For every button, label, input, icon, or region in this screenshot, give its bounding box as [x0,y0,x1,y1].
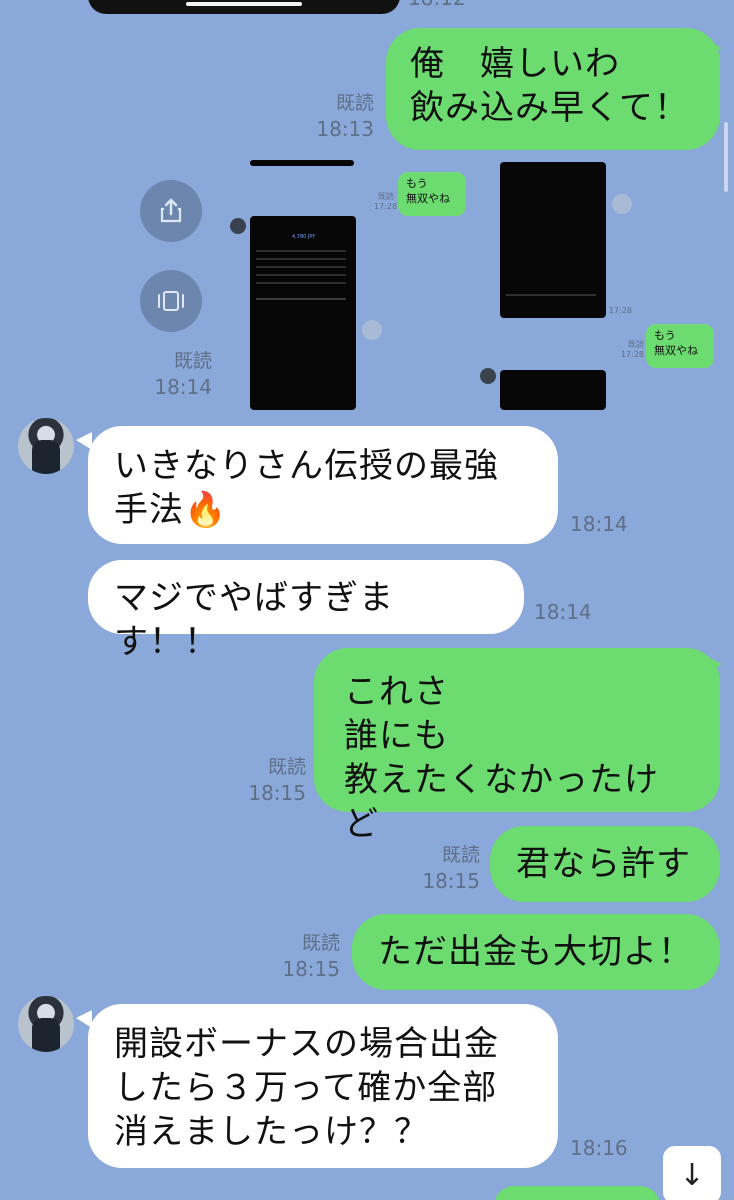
message-4-meta: 既読 18:15 [270,930,340,982]
outgoing-message-2[interactable]: これさ 誰にも 教えたくなかったけど [314,648,720,844]
right-avatar [480,368,496,384]
left-mini-meta: 既読 17:28 [374,192,398,212]
scrollbar[interactable] [724,122,728,192]
message-1-meta: 既読 18:13 [304,90,374,142]
scroll-down-button[interactable]: ↓ [663,1146,721,1200]
outgoing-message-3[interactable]: 君なら許す [490,826,720,902]
outgoing-tail-2 [706,656,722,674]
arrow-down-icon: ↓ [679,1157,705,1193]
phone-line [256,266,346,268]
incoming-message-1-text: いきなりさん伝授の最強手法🔥 [114,446,499,530]
read-receipt: 既読 [267,756,306,778]
outgoing-message-2-text: これさ 誰にも 教えたくなかったけど [344,672,659,844]
avatar-figure [32,1018,60,1052]
incoming-message-1[interactable]: いきなりさん伝授の最強手法🔥 [88,426,558,544]
image-group-meta: 既読 18:14 [142,348,212,400]
phone-line [256,274,346,276]
message-time: 18:15 [248,781,306,805]
phone-label: 4,780 JPY [292,234,316,240]
shared-image-grid[interactable]: 4,780 JPY 既読 17:28 もう 無双やね 17:28 既読 17:2… [224,160,714,410]
phone-line [506,294,596,296]
read-receipt: 既読 [335,92,374,114]
outgoing-message-4-text: ただ出金も大切よ！ [378,932,693,972]
mini-time: 17:28 [374,202,398,211]
incoming-time-1: 18:14 [570,512,628,536]
message-3-meta: 既読 18:15 [410,842,480,894]
mini-time: 17:28 [620,350,644,359]
left-phone-screenshot[interactable]: 4,780 JPY [250,216,356,410]
incoming-message-3[interactable]: 開設ボーナスの場合出金したら３万って確か全部消えましたっけ？？ [88,1004,558,1168]
right-mini-time: 17:28 [608,306,632,315]
gallery-button[interactable] [140,270,202,332]
phone-line [256,258,346,260]
right-mini-bubble: もう 無双やね [646,324,714,368]
phone-line [256,250,346,252]
incoming-avatar-1[interactable] [18,418,74,474]
right-mini-meta: 既読 17:28 [620,340,644,360]
message-2-meta: 既読 18:15 [236,754,306,806]
phone-line [256,282,346,284]
right-phone-screenshot[interactable] [500,162,606,318]
incoming-message-2[interactable]: マジでやばすぎます！！ [88,560,524,662]
left-share-mini-icon[interactable] [362,320,382,340]
mini-read: 既読 [628,340,644,349]
read-receipt: 既読 [301,932,340,954]
outgoing-message-3-text: 君なら許す [516,844,691,884]
right-share-mini-icon[interactable] [612,194,632,214]
share-button[interactable] [140,180,202,242]
incoming-tail-1 [76,432,92,450]
incoming-message-3-text: 開設ボーナスの場合出金したら３万って確か全部消えましたっけ？？ [114,1024,499,1152]
mini-read: 既読 [378,192,394,201]
left-phone-top-crop [250,160,354,166]
incoming-time-2: 18:14 [534,600,592,624]
phone-line [256,298,346,300]
share-icon [160,198,182,223]
home-indicator [186,2,302,6]
top-image-time: 18:12 [408,0,466,10]
avatar-figure [32,440,60,474]
read-receipt: 既読 [441,844,480,866]
incoming-avatar-2[interactable] [18,996,74,1052]
outgoing-message-1-text: 俺 嬉しいわ 飲み込み早くて！ [410,44,689,128]
incoming-time-3: 18:16 [570,1136,628,1160]
message-time: 18:14 [154,375,212,399]
outgoing-message-1[interactable]: 俺 嬉しいわ 飲み込み早くて！ [386,28,720,150]
read-receipt: 既読 [173,350,212,372]
message-time: 18:15 [422,869,480,893]
message-time: 18:13 [316,117,374,141]
gallery-icon [158,291,184,311]
left-mini-bubble: もう 無双やね [398,172,466,216]
outgoing-tail-1 [706,40,722,58]
left-avatar [230,218,246,234]
incoming-tail-3 [76,1010,92,1028]
right-lower-phone[interactable] [500,370,606,410]
message-time: 18:15 [282,957,340,981]
top-image-preview[interactable] [88,0,400,14]
outgoing-message-4[interactable]: ただ出金も大切よ！ [352,914,720,990]
partial-outgoing-message[interactable] [494,1186,660,1200]
